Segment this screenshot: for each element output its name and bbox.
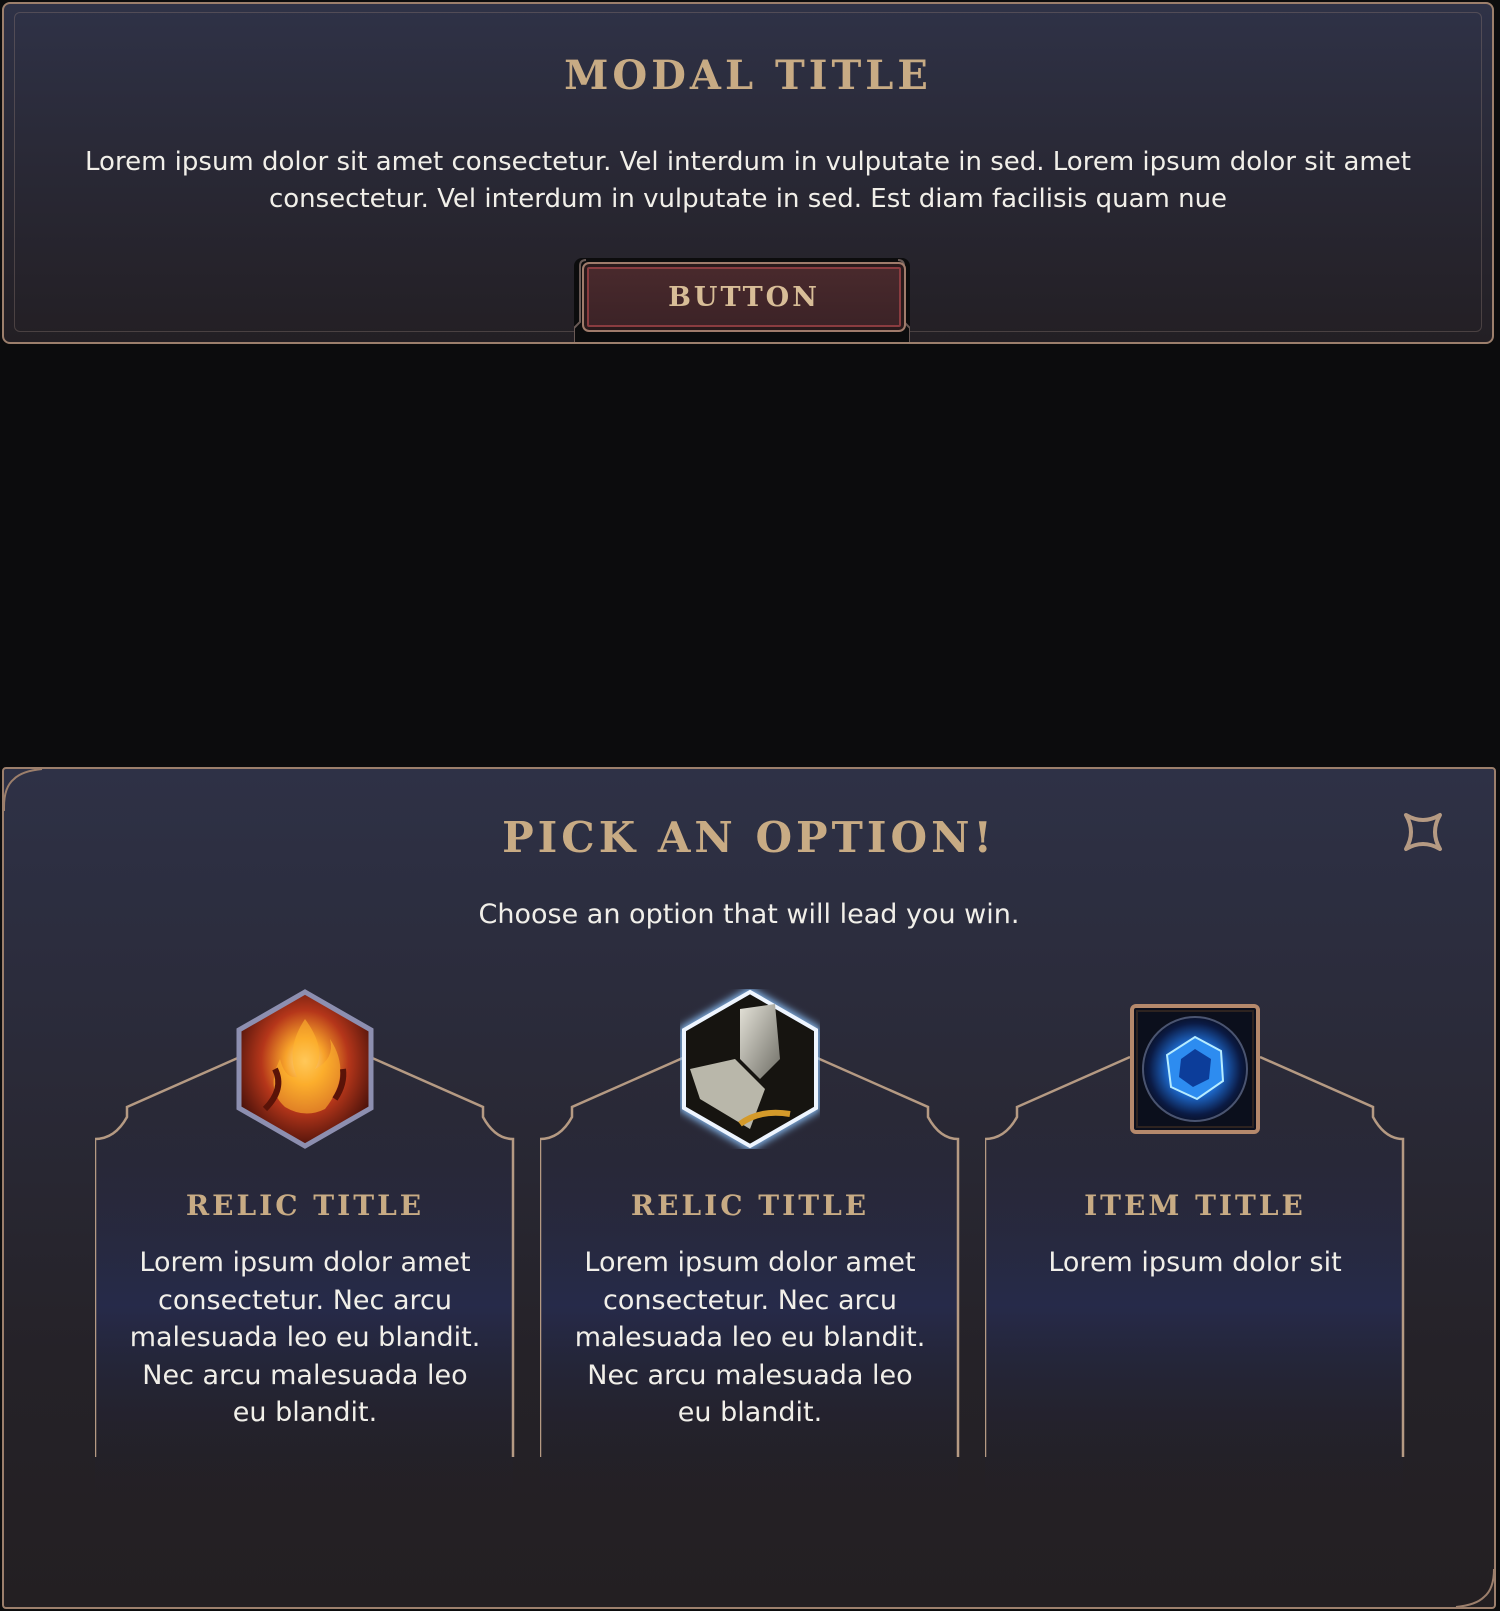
close-icon bbox=[1404, 813, 1442, 851]
crystal-item-icon bbox=[1130, 1004, 1260, 1134]
option-picker-dialog: PICK AN OPTION! Choose an option that wi… bbox=[2, 767, 1496, 1609]
option-card-2[interactable]: RELIC TITLE Lorem ipsum dolor amet conse… bbox=[540, 989, 960, 1509]
fire-relic-icon bbox=[236, 989, 374, 1149]
armor-relic-icon bbox=[680, 989, 820, 1149]
modal-action-button[interactable]: BUTTON bbox=[582, 262, 906, 332]
option-description: Lorem ipsum dolor amet consectetur. Nec … bbox=[574, 1247, 926, 1428]
modal-title: MODAL TITLE bbox=[564, 52, 932, 99]
option-title: RELIC TITLE bbox=[185, 1189, 425, 1222]
picker-subtitle: Choose an option that will lead you win. bbox=[478, 899, 1020, 930]
option-card-3[interactable]: ITEM TITLE Lorem ipsum dolor sit bbox=[985, 989, 1405, 1509]
picker-title: PICK AN OPTION! bbox=[502, 813, 996, 862]
option-title: ITEM TITLE bbox=[1084, 1189, 1306, 1222]
corner-ornament-top-left bbox=[3, 768, 43, 811]
close-button[interactable] bbox=[1400, 809, 1446, 855]
option-card-1[interactable]: RELIC TITLE Lorem ipsum dolor amet conse… bbox=[95, 989, 515, 1509]
corner-ornament-bottom-right bbox=[1455, 1568, 1495, 1608]
option-description: Lorem ipsum dolor amet consectetur. Nec … bbox=[129, 1247, 481, 1428]
option-title: RELIC TITLE bbox=[630, 1189, 870, 1222]
modal-body-text: Lorem ipsum dolor sit amet consectetur. … bbox=[85, 147, 1411, 214]
option-description: Lorem ipsum dolor sit bbox=[1048, 1247, 1342, 1278]
